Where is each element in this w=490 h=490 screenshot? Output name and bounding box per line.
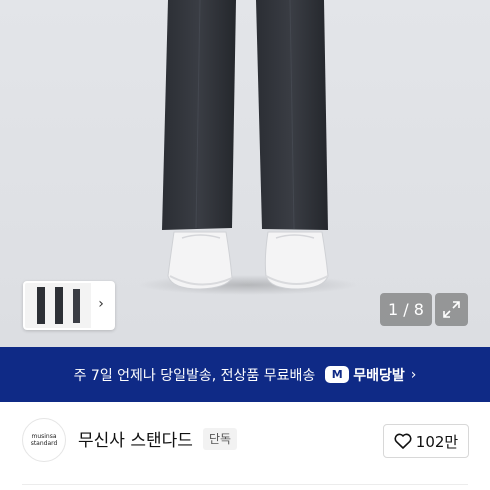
like-button[interactable]: 102만 — [383, 424, 469, 458]
expand-icon — [443, 301, 460, 318]
brand-logo-line2: standard — [30, 440, 58, 447]
thumbnail-image — [25, 283, 91, 328]
delivery-truck-icon: M — [325, 366, 350, 383]
heart-icon — [394, 433, 412, 449]
banner-logo: M 무배당발 — [325, 365, 405, 385]
expand-button[interactable] — [435, 293, 468, 326]
banner-text: 주 7일 언제나 당일발송, 전상품 무료배송 — [73, 367, 316, 384]
banner-logo-text: 무배당발 — [353, 367, 405, 384]
exclusive-badge: 단독 — [203, 428, 238, 450]
product-image-gallery[interactable]: › 1 / 8 — [0, 0, 490, 347]
brand-name[interactable]: 무신사 스탠다드 — [78, 426, 193, 451]
divider — [22, 484, 468, 485]
like-count: 102만 — [415, 432, 459, 451]
brand-logo[interactable]: musinsa standard — [22, 418, 66, 462]
chevron-right-icon: › — [410, 366, 417, 383]
chevron-right-icon[interactable]: › — [93, 295, 109, 313]
thumbnail-strip[interactable]: › — [23, 281, 115, 330]
image-counter: 1 / 8 — [380, 293, 432, 326]
promo-banner[interactable]: 주 7일 언제나 당일발송, 전상품 무료배송 M 무배당발 › — [0, 347, 490, 402]
brand-logo-line1: musinsa — [31, 433, 57, 440]
